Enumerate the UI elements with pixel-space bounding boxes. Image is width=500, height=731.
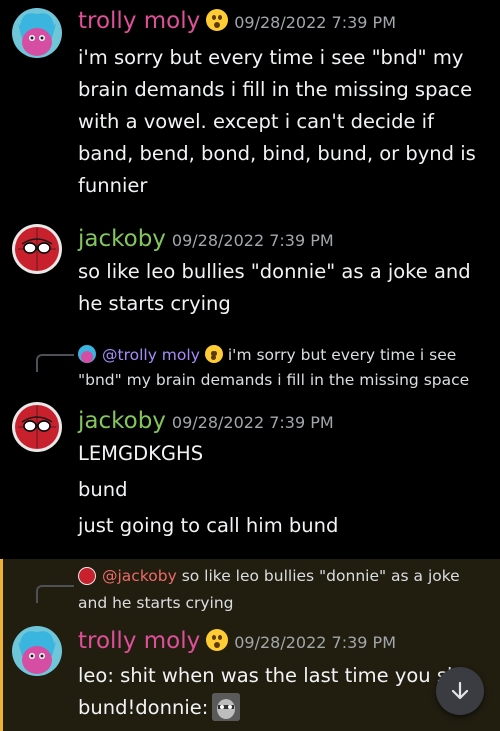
- reply-avatar-jackoby: [78, 567, 96, 585]
- reply-mention[interactable]: @jackoby: [102, 567, 177, 585]
- message-line: leo: shit when was the last time you sl: [78, 664, 453, 687]
- username[interactable]: jackoby: [78, 408, 166, 434]
- timestamp: 09/28/2022 7:39 PM: [171, 231, 334, 250]
- reply-connector: [36, 354, 74, 372]
- reply-preview[interactable]: @jackoby so like leo bullies "donnie" as…: [102, 567, 460, 585]
- message-line: band, bend, bond, bind, bund, or bynd is: [78, 142, 476, 165]
- message-header: trolly moly 09/28/2022 7:39 PM: [78, 628, 396, 654]
- hushed-face-icon: [204, 345, 223, 363]
- hushed-face-icon: [206, 629, 229, 651]
- avatar-jackoby[interactable]: [12, 224, 62, 274]
- jump-to-bottom-button[interactable]: [436, 667, 484, 715]
- username[interactable]: trolly moly: [78, 8, 200, 34]
- username[interactable]: trolly moly: [78, 628, 200, 654]
- message-line: LEMGDKGHS: [78, 442, 204, 465]
- message-line: with a vowel. except i can't decide if: [78, 110, 434, 133]
- message-header: trolly moly 09/28/2022 7:39 PM: [78, 8, 396, 34]
- reply-connector: [36, 585, 74, 603]
- reply-text-line: and he starts crying: [78, 594, 234, 612]
- donnie-emoji-icon[interactable]: [212, 693, 241, 721]
- message-header: jackoby 09/28/2022 7:39 PM: [78, 408, 334, 434]
- message-text: bund!donnie:: [78, 696, 209, 719]
- timestamp: 09/28/2022 7:39 PM: [234, 633, 397, 652]
- username[interactable]: jackoby: [78, 226, 166, 252]
- timestamp: 09/28/2022 7:39 PM: [171, 413, 334, 432]
- message-line: brain demands i fill in the missing spac…: [78, 78, 473, 101]
- reply-avatar-trolly-moly: [78, 345, 96, 363]
- message-line: so like leo bullies "donnie" as a joke a…: [78, 260, 471, 283]
- message-header: jackoby 09/28/2022 7:39 PM: [78, 226, 334, 252]
- reply-text-line: "bnd" my brain demands i fill in the mis…: [78, 371, 470, 389]
- message-line: just going to call him bund: [78, 514, 339, 537]
- avatar-trolly-moly[interactable]: [12, 8, 62, 58]
- arrow-down-icon: [451, 681, 469, 700]
- hushed-face-icon: [206, 9, 229, 31]
- message-line: funnier: [78, 174, 148, 197]
- message-line-with-sticker: bund!donnie:: [78, 692, 241, 724]
- message-line: bund: [78, 478, 128, 501]
- message-line: i'm sorry but every time i see "bnd" my: [78, 46, 464, 69]
- avatar-jackoby[interactable]: [12, 402, 62, 452]
- reply-mention[interactable]: @trolly moly: [102, 346, 200, 364]
- reply-text-line: so like leo bullies "donnie" as a joke: [181, 567, 460, 585]
- message-line: he starts crying: [78, 292, 231, 315]
- avatar-trolly-moly[interactable]: [12, 626, 62, 676]
- reply-text-line: i'm sorry but every time i see: [227, 346, 457, 364]
- timestamp: 09/28/2022 7:39 PM: [234, 13, 397, 32]
- reply-preview[interactable]: @trolly moly i'm sorry but every time i s…: [102, 345, 456, 364]
